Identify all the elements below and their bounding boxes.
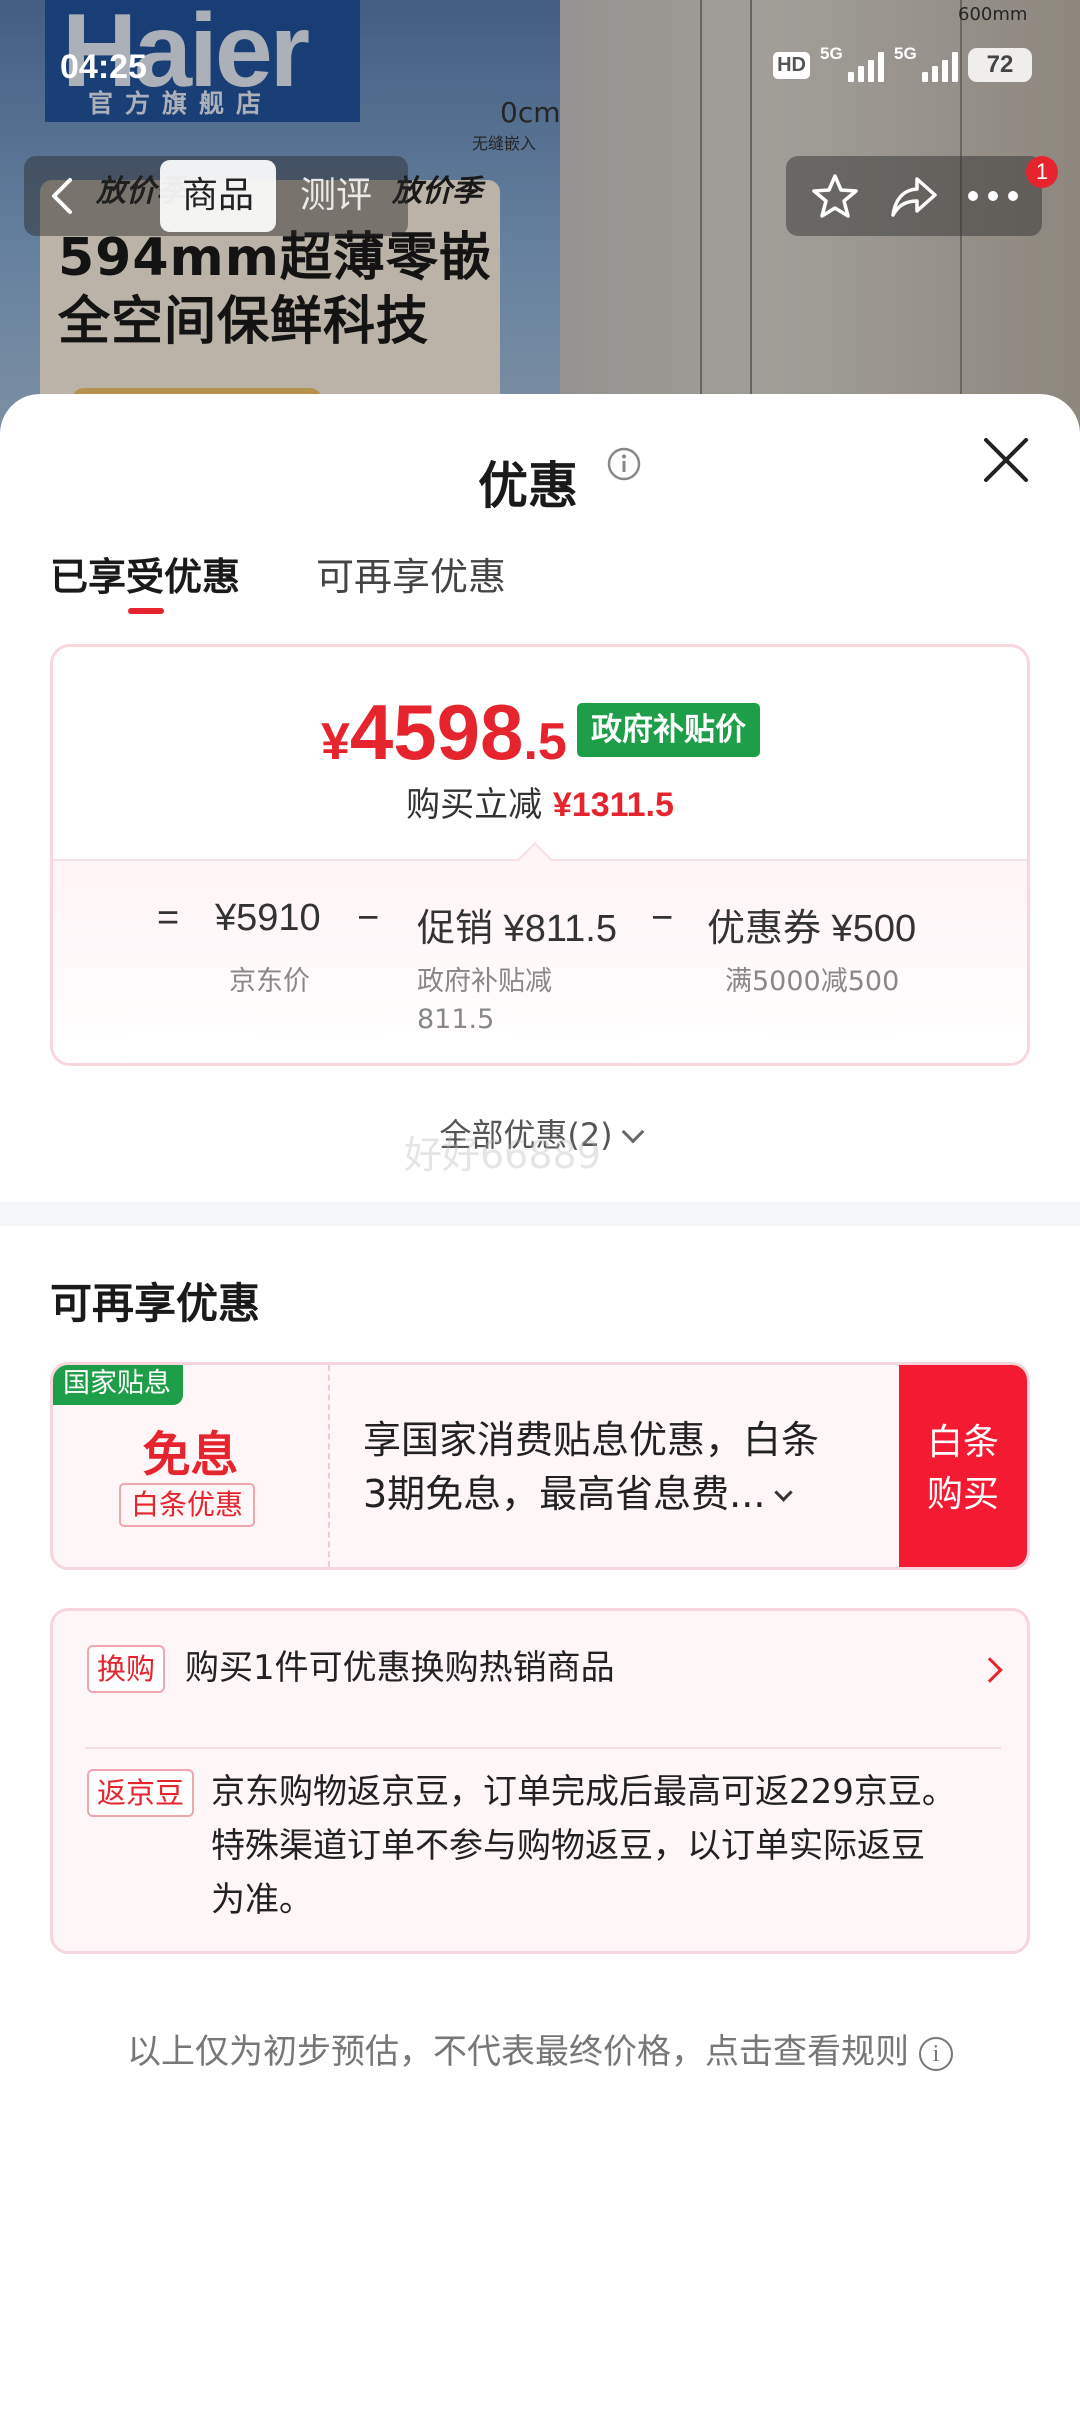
card-divider <box>85 1747 1001 1749</box>
price-breakdown-card: ¥4598.5 政府补贴价 购买立减 ¥1311.5 = ¥5910 京东价 −… <box>50 644 1030 1066</box>
rules-footer[interactable]: 以上仅为初步预估，不代表最终价格，点击查看规则 i <box>0 2024 1080 2073</box>
rules-footer-text: 以上仅为初步预估，不代表最终价格，点击查看规则 <box>127 2032 909 2072</box>
price-top: ¥4598.5 政府补贴价 购买立减 ¥1311.5 <box>53 647 1027 859</box>
final-price-int: 4598 <box>349 688 524 776</box>
jd-price-value: ¥5910 <box>215 897 321 939</box>
minus-sign-2: − <box>651 897 674 939</box>
sim1-label: 5G <box>820 44 843 63</box>
promo-label-line2: 811.5 <box>417 1004 495 1035</box>
final-price: ¥4598.5 <box>321 687 567 778</box>
interest-free-headline: 免息 <box>142 1427 239 1483</box>
extra-benefits-card: 换购 购买1件可优惠换购热销商品 返京豆 京东购物返京豆，订单完成后最高可返22… <box>50 1608 1030 1954</box>
instant-discount: 购买立减 ¥1311.5 <box>53 777 1027 826</box>
notification-badge: 1 <box>1026 156 1058 188</box>
favorite-star-icon[interactable] <box>807 168 863 224</box>
minus-sign-1: − <box>357 897 380 939</box>
share-icon[interactable] <box>886 168 942 224</box>
gov-subsidy-tag: 政府补贴价 <box>577 703 760 757</box>
tab-goods[interactable]: 商品 <box>160 160 276 232</box>
expand-chevron-icon[interactable] <box>774 1483 794 1502</box>
exchange-text[interactable]: 购买1件可优惠换购热销商品 <box>185 1641 615 1695</box>
chevron-down-icon <box>621 1120 644 1144</box>
promo-label: 政府补贴减 811.5 <box>417 963 552 1039</box>
coupon-label: 满5000减500 <box>725 966 900 997</box>
back-icon[interactable] <box>40 172 88 220</box>
beans-line1: 京东购物返京豆，订单完成后最高可返229京豆。 <box>211 1772 956 1812</box>
tab-available[interactable]: 可再享优惠 <box>316 546 506 601</box>
sheet-title-text: 优惠 <box>478 457 578 515</box>
baitiao-buy-button[interactable]: 白条 购买 <box>899 1365 1027 1567</box>
buy-button-line1: 白条 <box>926 1422 999 1463</box>
more-offers-title: 可再享优惠 <box>50 1279 261 1328</box>
sim2-label: 5G <box>894 44 917 63</box>
section-divider <box>0 1202 1080 1226</box>
battery-icon: 72 <box>968 48 1032 82</box>
instant-discount-value: ¥1311.5 <box>552 786 674 824</box>
interest-desc-line1: 享国家消费贴息优惠，白条 <box>363 1418 820 1462</box>
more-menu-icon[interactable] <box>965 168 1021 224</box>
signal-icon-sim1: 5G <box>820 44 884 82</box>
national-subsidy-tag: 国家贴息 <box>53 1365 183 1405</box>
buy-button-line2: 购买 <box>926 1474 999 1515</box>
status-time: 04:25 <box>60 48 147 86</box>
info-icon[interactable] <box>606 446 642 482</box>
status-icons: HD 5G 5G 72 <box>773 44 1032 82</box>
beans-line2: 特殊渠道订单不参与购物返豆，以订单实际返豆 <box>211 1826 925 1866</box>
final-price-decimal: .5 <box>523 713 567 771</box>
jd-price-label: 京东价 <box>229 966 310 997</box>
tab-enjoyed[interactable]: 已享受优惠 <box>50 546 240 601</box>
discount-sheet: 优惠 已享受优惠 可再享优惠 ¥4598.5 政府补贴价 购买立减 ¥1311.… <box>0 394 1080 2412</box>
baitiao-offer-badge: 白条优惠 <box>119 1483 256 1527</box>
interest-free-description[interactable]: 享国家消费贴息优惠，白条 3期免息，最高省息费... <box>363 1413 883 1521</box>
exchange-pill: 换购 <box>87 1645 166 1693</box>
nav-right-bar <box>786 156 1042 236</box>
interest-free-offer[interactable]: 国家贴息 免息 白条优惠 享国家消费贴息优惠，白条 3期免息，最高省息费... … <box>50 1362 1030 1570</box>
interest-desc-line2: 3期免息，最高省息费... <box>363 1472 766 1516</box>
sheet-title: 优惠 <box>0 446 1080 518</box>
beans-pill: 返京豆 <box>87 1769 195 1817</box>
coupon-separator <box>328 1365 330 1567</box>
promo-label-line1: 政府补贴减 <box>417 966 552 997</box>
instant-discount-label: 购买立减 <box>406 785 543 825</box>
coupon-value: 优惠券 ¥500 <box>707 908 917 950</box>
beans-line3: 为准。 <box>211 1880 313 1920</box>
chevron-right-icon[interactable] <box>977 1657 1003 1683</box>
tab-review[interactable]: 测评 <box>300 160 372 232</box>
hd-icon: HD <box>773 51 810 79</box>
promo-value: 促销 ¥811.5 <box>417 908 617 950</box>
rules-info-icon[interactable]: i <box>919 2037 953 2071</box>
watermark: 好好66889 <box>404 1133 601 1177</box>
close-icon[interactable] <box>978 432 1034 488</box>
tab-active-indicator <box>128 608 164 614</box>
beans-text: 京东购物返京豆，订单完成后最高可返229京豆。 特殊渠道订单不参与购物返豆，以订… <box>211 1765 956 1927</box>
final-price-currency: ¥ <box>321 713 350 771</box>
signal-icon-sim2: 5G <box>894 44 958 82</box>
equals-sign: = <box>157 897 180 939</box>
status-bar: 04:25 HD 5G 5G 72 <box>0 40 1080 100</box>
